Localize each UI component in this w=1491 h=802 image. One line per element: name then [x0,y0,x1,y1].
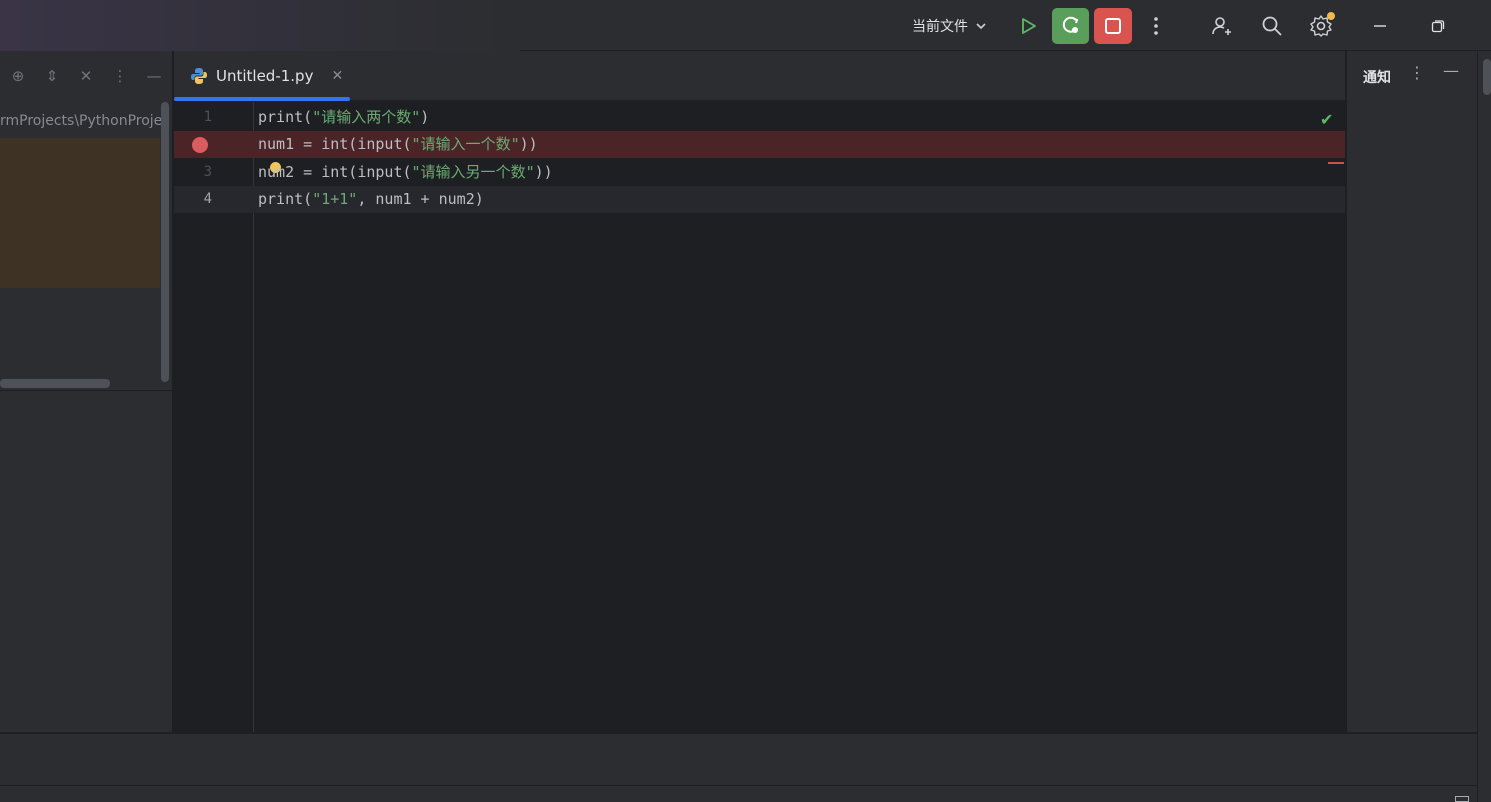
code-text: print("请输入两个数") [258,104,429,131]
active-tab-indicator [174,97,350,101]
line-number[interactable]: 4 [174,186,212,213]
code-token: num1 = int(input( [258,135,412,153]
tool-strip-button[interactable] [1483,59,1491,95]
project-panel: ⊕ ⇕ ✕ ⋮ — rmProjects\PythonProje [0,51,173,732]
code-token: )) [519,135,538,153]
more-icon[interactable]: ⋮ [1409,63,1425,82]
code-editor[interactable]: 1 print("请输入两个数") num1 = int(input("请输入一个数… [174,102,1345,732]
more-icon [1154,17,1158,35]
code-line[interactable]: 3 num2 = int(input("请输入另一个数")) [174,159,1345,186]
error-stripe-marker[interactable] [1328,162,1344,164]
settings-button[interactable] [1305,10,1337,42]
code-with-me-button[interactable] [1206,10,1238,42]
line-number[interactable]: 3 [174,159,212,186]
search-icon [1262,16,1282,36]
minimize-icon [1374,25,1386,27]
code-line[interactable]: 1 print("请输入两个数") [174,104,1345,131]
add-user-icon [1212,17,1231,35]
code-line[interactable]: 4 print("1+1", num1 + num2) [174,186,1345,213]
debug-icon [1062,16,1078,33]
project-horizontal-scrollbar[interactable] [0,379,110,388]
stop-icon [1105,18,1121,34]
right-tool-strip [1477,51,1491,802]
stop-button[interactable] [1094,8,1132,44]
code-token: ) [420,108,430,126]
project-path-label: rmProjects\PythonProje [0,113,163,129]
run-config-selector[interactable]: 当前文件 [912,14,988,38]
run-config-label: 当前文件 [912,19,968,35]
title-bar-gradient [0,0,520,51]
tab-untitled-1[interactable]: Untitled-1.py ✕ [174,51,350,101]
debug-button[interactable] [1052,8,1089,44]
breakpoint-icon[interactable] [192,137,208,153]
no-problems-icon[interactable]: ✔ [1320,110,1333,129]
line-number[interactable]: 1 [174,104,212,131]
project-tree-selection[interactable] [0,138,160,288]
divider [0,390,173,391]
string-literal: "请输入两个数" [312,108,421,126]
locate-icon[interactable]: ⊕ [6,64,30,88]
project-path[interactable]: rmProjects\PythonProje [0,113,173,129]
chevron-down-icon [976,23,986,30]
editor-tab-bar: Untitled-1.py ✕ [174,51,1345,101]
notifications-panel: 通知 ⋮ — [1346,51,1477,732]
minimize-window-button[interactable] [1364,10,1396,42]
title-bar: 当前文件 [0,0,1491,51]
more-actions-button[interactable] [1140,10,1172,42]
restore-window-button[interactable] [1422,10,1454,42]
more-icon[interactable]: ⋮ [108,64,132,88]
close-tab-icon[interactable]: ✕ [331,68,343,84]
run-button[interactable] [1012,10,1044,42]
string-literal: "请输入另一个数" [411,163,535,181]
run-icon [1022,18,1036,34]
project-panel-toolbar: ⊕ ⇕ ✕ ⋮ — [0,63,166,89]
close-icon[interactable]: ✕ [74,64,98,88]
string-literal: "1+1" [312,190,358,208]
expand-collapse-icon[interactable]: ⇕ [40,64,64,88]
code-text: num2 = int(input("请输入另一个数")) [258,159,553,186]
code-text: num1 = int(input("请输入一个数")) [258,131,538,158]
code-token: )) [534,163,553,181]
code-text: print("1+1", num1 + num2) [258,186,484,213]
python-file-icon [191,68,207,84]
minimize-icon[interactable]: — [1443,61,1459,80]
code-token: print( [258,190,313,208]
string-literal: "请输入一个数" [411,135,520,153]
notifications-title: 通知 [1363,70,1391,86]
project-vertical-scrollbar[interactable] [161,102,169,382]
code-token: num2 = int(input( [258,163,412,181]
restore-icon [1431,20,1445,33]
tab-label: Untitled-1.py [216,67,314,85]
layout-icon[interactable] [1455,796,1469,802]
bottom-tool-panel [0,733,1477,785]
minimize-icon[interactable]: — [142,64,166,88]
code-token: , num1 + num2) [357,190,484,208]
update-badge [1327,12,1335,20]
status-bar [0,785,1477,802]
search-button[interactable] [1256,10,1288,42]
code-line[interactable]: num1 = int(input("请输入一个数")) [174,131,1345,158]
code-token: print( [258,108,313,126]
